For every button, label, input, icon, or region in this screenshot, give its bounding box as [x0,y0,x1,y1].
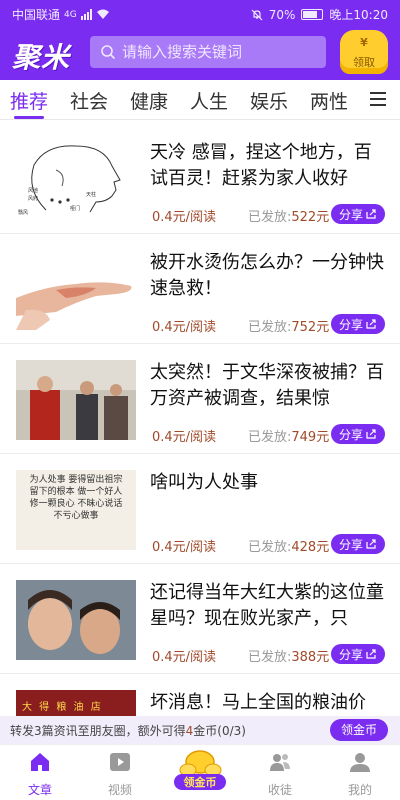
earn-coins-label: 领金币 [183,775,217,789]
nav-profile[interactable]: 我的 [330,745,390,800]
article-issued: 已发放:428元 [248,540,330,555]
menu-icon[interactable] [370,92,386,106]
home-icon [31,753,49,771]
share-icon [366,209,376,219]
tab-recommend[interactable]: 推荐 [10,87,48,114]
person-icon [350,753,370,772]
share-button[interactable]: 分享 [331,314,385,334]
nav-label: 收徒 [267,783,292,797]
article-thumbnail-child-actor [16,580,136,660]
search-input[interactable] [122,43,312,61]
article-issued: 已发放:749元 [248,430,330,445]
acupoint-label: 天柱 [86,191,96,198]
nav-articles[interactable]: 文章 [10,745,70,800]
article-price: 0.4元/阅读 [152,210,217,225]
article-title[interactable]: 被开水烫伤怎么办？一分钟快速急救！ [150,250,386,302]
article-issued: 已发放:522元 [248,210,330,225]
network-label: 4G [64,9,77,20]
search-bar[interactable] [90,36,326,68]
tab-life[interactable]: 人生 [190,87,228,114]
wifi-icon [96,9,109,19]
gold-coins-icon: 领金币 [174,750,226,790]
nav-label: 视频 [107,783,132,797]
nav-earn-coins[interactable]: 领金币 [170,750,230,792]
search-icon [101,45,116,60]
article-item[interactable]: 风池 风府 翳风 哑门 天柱 天冷 感冒，捏这个地方，百试百灵！赶紧为家人收好 … [0,124,400,234]
share-icon [366,649,376,659]
carrier-label: 中国联通 [12,8,61,22]
video-play-icon [110,753,130,771]
battery-percent: 70% [268,7,296,22]
article-title[interactable]: 还记得当年大红大紫的这位童星吗？现在败光家产，只 [150,580,386,632]
clock: 晚上10:20 [329,8,388,22]
share-icon [366,429,376,439]
claim-coins-button[interactable]: 领金币 [330,719,388,741]
share-button[interactable]: 分享 [331,644,385,664]
share-button[interactable]: 分享 [331,424,385,444]
nav-recruit[interactable]: 收徒 [250,745,310,800]
article-title[interactable]: 啥叫为人处事 [150,470,386,522]
share-button[interactable]: 分享 [331,204,385,224]
article-issued: 已发放:752元 [248,320,330,335]
child-photo [16,580,136,660]
tab-entertainment[interactable]: 娱乐 [250,87,288,114]
article-item[interactable]: 为人处事 要得留出祖宗 留下的根本 做一个好人 修一颗良心 不昧心说话 不亏心做… [0,454,400,564]
tab-society[interactable]: 社会 [70,87,108,114]
acupoint-label: 翳风 [18,209,28,216]
article-thumbnail-burned-hand [16,250,136,330]
article-item[interactable]: 还记得当年大红大紫的这位童星吗？现在败光家产，只 0.4元/阅读 已发放:388… [0,564,400,674]
invite-text: 转发3篇资讯至朋友圈，额外可得4金币(0/3) [10,724,246,738]
calligraphy-text: 为人处事 要得留出祖宗 留下的根本 做一个好人 修一颗良心 不昧心说话 不亏心做… [29,475,123,521]
nav-label: 我的 [347,783,372,797]
article-title[interactable]: 太突然！于文华深夜被捕？百万资产被调查，结果惊 [150,360,386,412]
article-title[interactable]: 坏消息！马上全国的粮油价 [150,690,386,716]
article-price: 0.4元/阅读 [152,320,217,335]
category-tabs: 推荐 社会 健康 人生 娱乐 两性 [0,80,400,120]
share-button[interactable]: 分享 [331,534,385,554]
article-thumbnail-crowd-photo [16,360,136,440]
article-price: 0.4元/阅读 [152,650,217,665]
signal-icon [80,9,92,20]
tab-relationships[interactable]: 两性 [310,87,348,114]
share-icon [366,319,376,329]
acupoint-label: 哑门 [70,205,80,212]
nav-video[interactable]: 视频 [90,745,150,800]
article-price: 0.4元/阅读 [152,430,217,445]
acupoint-label: 风池 [28,187,38,194]
head-profile-illustration: 风池 风府 翳风 哑门 天柱 [18,145,121,216]
nav-label: 文章 [27,783,52,797]
mute-bell-icon [251,9,263,20]
article-item[interactable]: 被开水烫伤怎么办？一分钟快速急救！ 0.4元/阅读 已发放:752元 分享 [0,234,400,344]
status-bar: 中国联通 4G 70% 晚上10:20 [0,0,400,28]
share-icon [366,539,376,549]
reward-bag-button[interactable]: ¥ 领取 [338,30,390,78]
article-thumbnail-calligraphy: 为人处事 要得留出祖宗 留下的根本 做一个好人 修一颗良心 不昧心说话 不亏心做… [16,470,136,550]
hand-image [16,282,132,330]
reward-label: 领取 [353,56,375,69]
article-item[interactable]: 太突然！于文华深夜被捕？百万资产被调查，结果惊 0.4元/阅读 已发放:749元… [0,344,400,454]
article-title[interactable]: 天冷 感冒，捏这个地方，百试百灵！赶紧为家人收好 [150,140,386,192]
battery-icon [301,9,324,20]
tab-health[interactable]: 健康 [130,87,168,114]
app-logo: 聚米 [12,41,71,74]
reward-currency-symbol: ¥ [360,36,368,49]
app-header: 中国联通 4G 70% 晚上10:20 聚米 ¥ 领取 [0,0,400,80]
active-tab-indicator [14,116,44,119]
users-icon [270,754,290,771]
people-photo [16,360,136,440]
invite-banner: 转发3篇资讯至朋友圈，额外可得4金币(0/3) 领金币 [0,716,400,744]
acupoint-label: 风府 [28,195,38,202]
article-price: 0.4元/阅读 [152,540,217,555]
article-thumbnail-acupoint: 风池 风府 翳风 哑门 天柱 [16,140,136,220]
article-issued: 已发放:388元 [248,650,330,665]
